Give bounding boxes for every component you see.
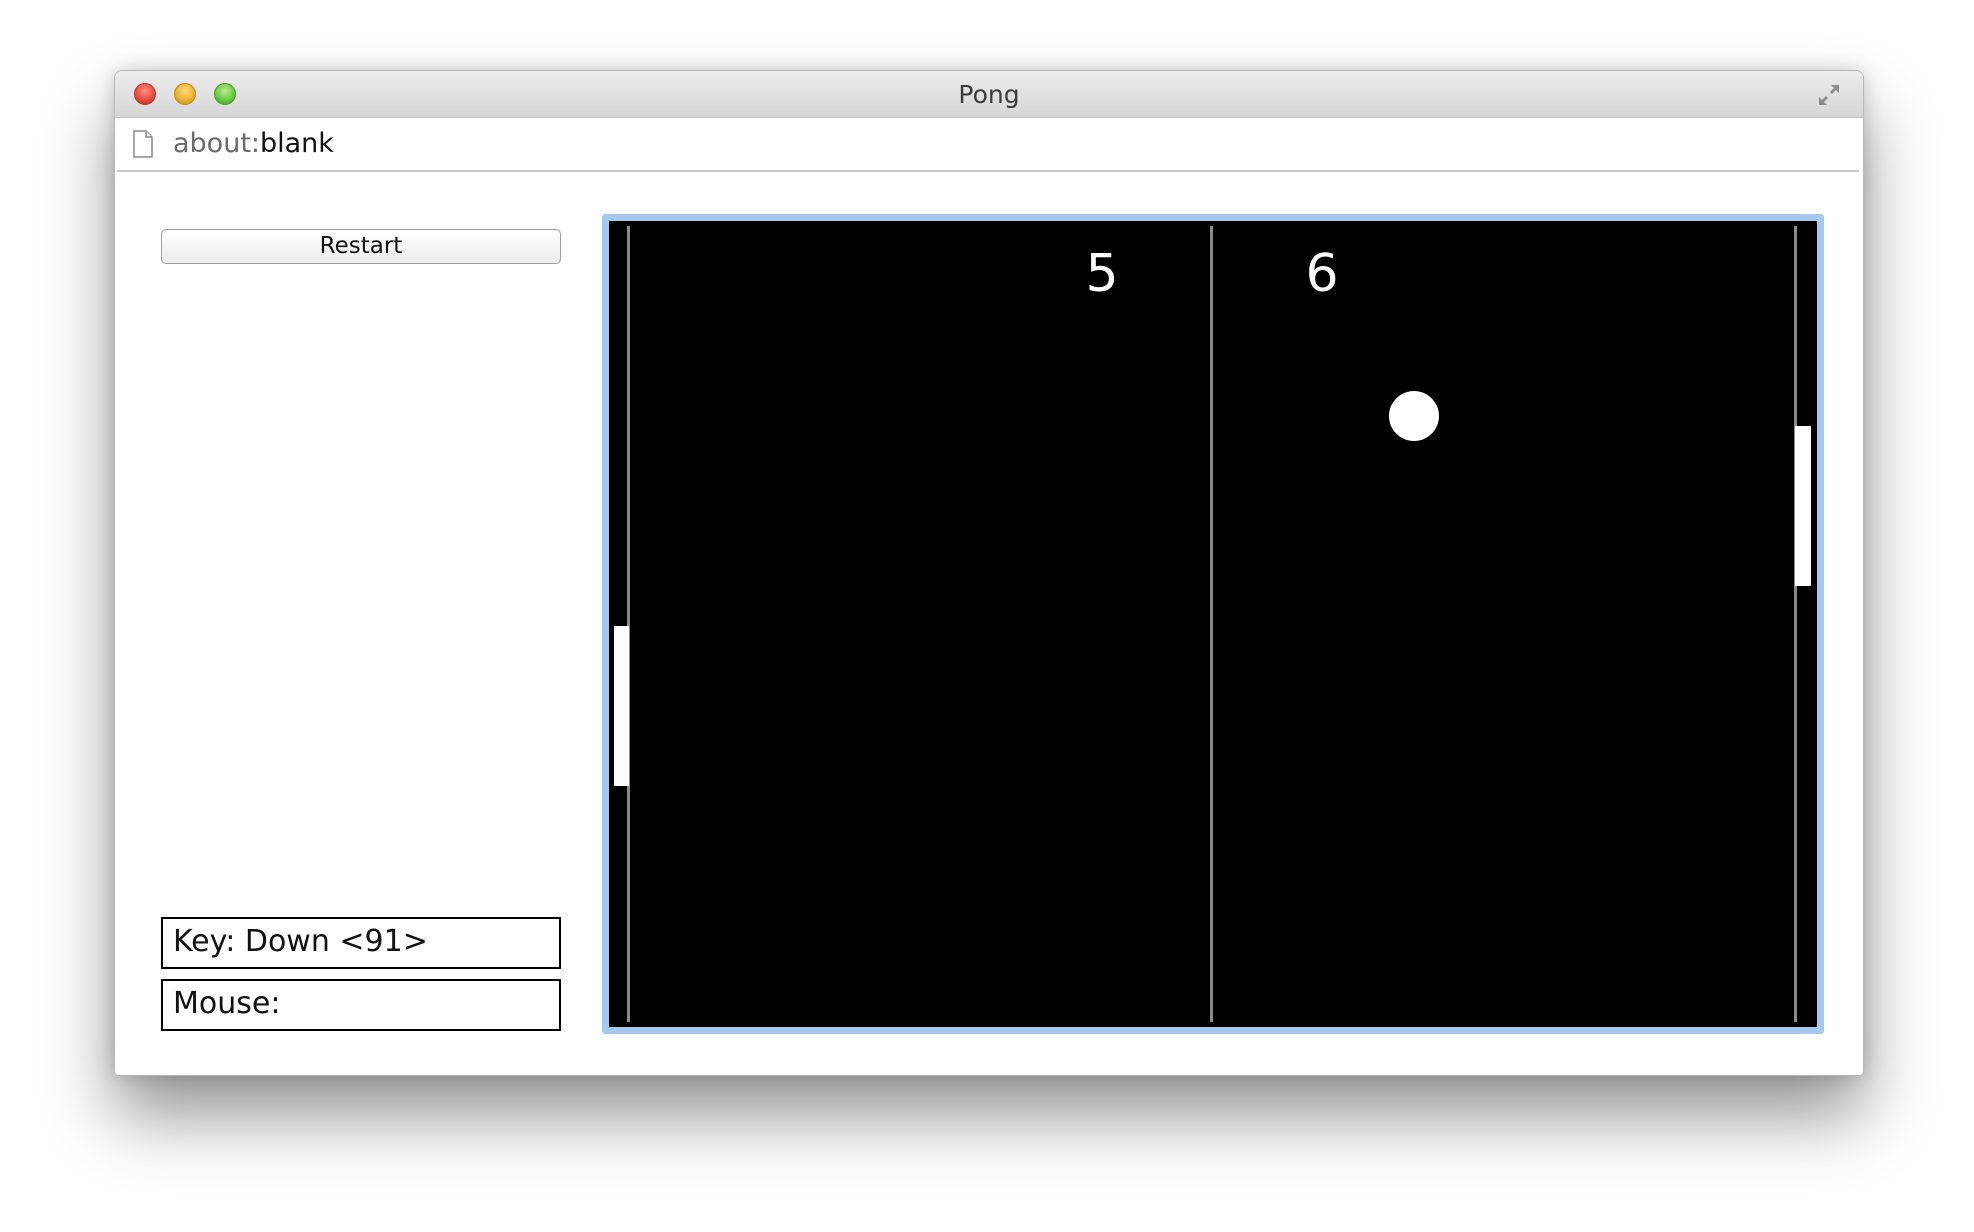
url-path: blank: [260, 128, 334, 159]
page-icon: [133, 130, 153, 158]
pong-canvas[interactable]: 5 6: [609, 221, 1817, 1027]
center-line: [1210, 226, 1213, 1022]
game-canvas-frame[interactable]: 5 6: [602, 214, 1824, 1034]
title-bar: Pong: [115, 71, 1863, 118]
window-title: Pong: [958, 80, 1020, 109]
restart-button[interactable]: Restart: [161, 229, 561, 264]
address-bar[interactable]: about:blank: [117, 118, 1859, 172]
left-score: 5: [1085, 244, 1118, 304]
browser-window: Pong about:blank Restart Key: Down <91> …: [114, 70, 1864, 1076]
key-status-box: Key: Down <91>: [161, 917, 561, 969]
address-url[interactable]: about:blank: [173, 128, 334, 159]
desktop: Pong about:blank Restart Key: Down <91> …: [0, 0, 1974, 1232]
left-paddle: [614, 626, 629, 786]
fullscreen-icon[interactable]: [1815, 81, 1843, 109]
pong-field: 5 6: [609, 221, 1817, 1027]
right-goal-line: [1794, 226, 1797, 1022]
right-paddle: [1795, 426, 1811, 586]
url-scheme: about:: [173, 128, 260, 159]
mouse-status-box: Mouse:: [161, 979, 561, 1031]
left-goal-line: [627, 226, 630, 1022]
ball: [1389, 391, 1439, 441]
right-score: 6: [1305, 244, 1338, 304]
